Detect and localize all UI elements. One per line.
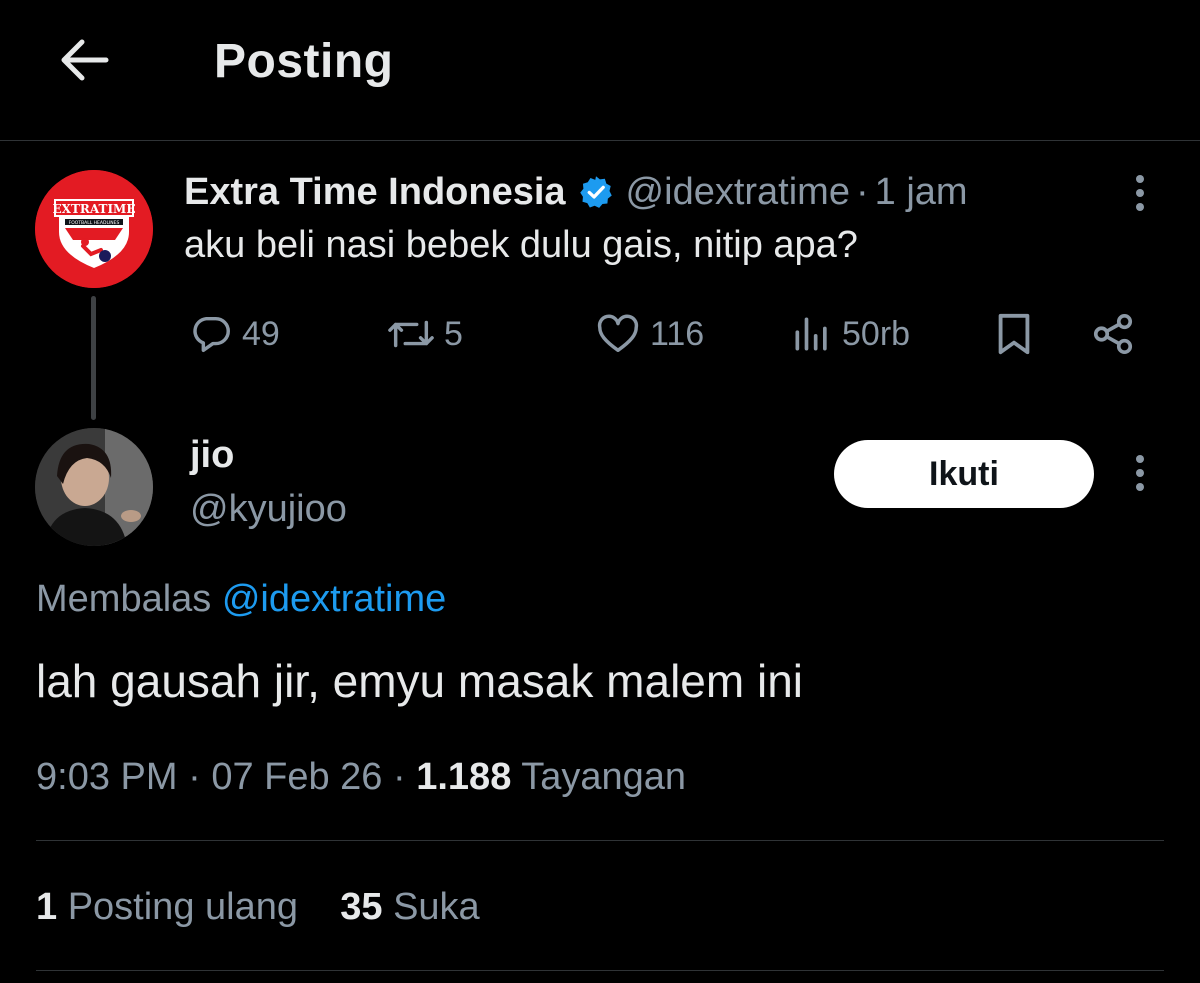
more-options-button[interactable] [1118, 450, 1162, 500]
share-icon [1090, 311, 1136, 357]
svg-text:FOOTBALL HEADLINES: FOOTBALL HEADLINES [69, 220, 120, 226]
views-total: 1.188 [416, 756, 512, 798]
mention-link[interactable]: @idextratime [222, 578, 446, 620]
author-display-name[interactable]: jio [190, 434, 234, 477]
separator-dot: · [393, 756, 406, 798]
replying-to-line: Membalas @idextratime [36, 578, 446, 621]
share-button[interactable] [1090, 306, 1136, 362]
parent-tweet-header: Extra Time Indonesia @idextratime · 1 ja… [184, 166, 968, 218]
analytics-bar-icon [790, 311, 834, 357]
divider [36, 970, 1164, 971]
divider [36, 840, 1164, 841]
reply-text: lah gausah jir, emyu masak malem ini [36, 655, 803, 707]
follow-button[interactable]: Ikuti [834, 440, 1094, 508]
engagement-stats: 1 Posting ulang 35 Suka [36, 886, 480, 929]
reply-icon [188, 311, 234, 357]
reposts-stat-link[interactable]: 1 Posting ulang [36, 886, 298, 928]
more-options-button[interactable] [1118, 170, 1162, 220]
back-button[interactable] [52, 30, 116, 94]
reply-date: 07 Feb 26 [211, 756, 383, 798]
page-title: Posting [214, 35, 394, 88]
likes-stat-link[interactable]: 35 Suka [340, 886, 479, 928]
like-action-button[interactable]: 116 [594, 306, 704, 362]
tweet-text: aku beli nasi bebek dulu gais, nitip apa… [184, 224, 858, 266]
reposts-label: Posting ulang [67, 886, 298, 928]
arrow-left-icon [58, 38, 110, 87]
repost-action-button[interactable]: 5 [386, 306, 463, 362]
bookmark-button[interactable] [994, 306, 1034, 362]
reply-action-button[interactable]: 49 [188, 306, 280, 362]
thread-connector-line [91, 296, 96, 420]
avatar[interactable]: EXTRATIME FOOTBALL HEADLINES [35, 170, 153, 288]
timestamp[interactable]: 1 jam [875, 171, 968, 214]
profile-photo [35, 428, 153, 546]
like-count: 116 [650, 314, 705, 353]
repost-count: 5 [444, 314, 463, 353]
more-vertical-icon [1134, 453, 1146, 498]
likes-total: 35 [340, 886, 383, 928]
likes-label: Suka [393, 886, 480, 928]
extratime-logo: EXTRATIME FOOTBALL HEADLINES [35, 170, 153, 288]
heart-icon [594, 311, 642, 357]
author-handle[interactable]: @kyujioo [190, 488, 347, 531]
svg-text:EXTRATIME: EXTRATIME [53, 202, 136, 216]
avatar[interactable] [35, 428, 153, 546]
verified-badge-icon [578, 174, 614, 210]
bookmark-icon [994, 311, 1034, 357]
views-count: 50rb [842, 314, 911, 353]
more-vertical-icon [1134, 173, 1146, 218]
handle[interactable]: @idextratime [626, 171, 850, 214]
top-bar [0, 0, 1200, 141]
tweet-meta: 9:03 PM · 07 Feb 26 · 1.188 Tayangan [36, 756, 686, 799]
views-action-button[interactable]: 50rb [790, 306, 910, 362]
separator-dot: · [188, 756, 201, 798]
reply-time: 9:03 PM [36, 756, 178, 798]
replying-prefix: Membalas [36, 578, 212, 620]
reposts-total: 1 [36, 886, 58, 928]
repost-icon [386, 311, 436, 357]
reply-count: 49 [242, 314, 280, 353]
separator-dot: · [855, 170, 869, 213]
views-label: Tayangan [521, 756, 687, 798]
display-name[interactable]: Extra Time Indonesia [184, 171, 566, 214]
